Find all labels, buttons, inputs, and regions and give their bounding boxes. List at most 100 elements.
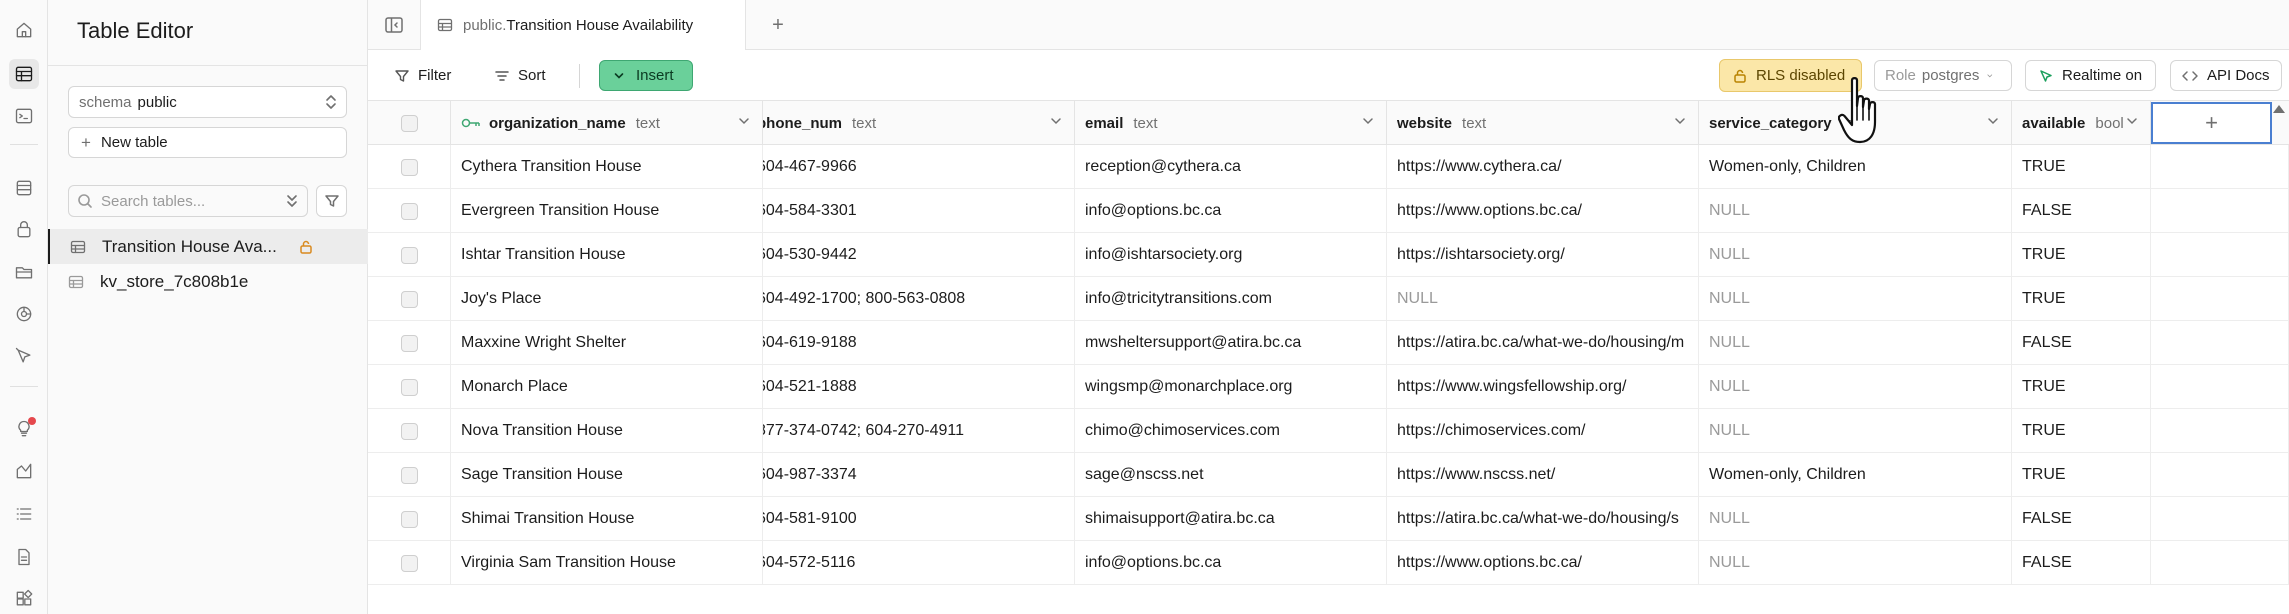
storage-icon[interactable] — [9, 257, 39, 287]
cell-available[interactable]: FALSE — [2012, 541, 2151, 585]
cell-organization-name[interactable]: Joy's Place — [451, 277, 763, 321]
toggle-sidebar-button[interactable] — [383, 14, 405, 36]
cell-service-category[interactable]: NULL — [1699, 365, 2012, 409]
row-checkbox[interactable] — [400, 290, 418, 308]
table-row[interactable]: Evergreen Transition House 604-584-3301 in… — [368, 189, 2289, 233]
chevron-down-icon[interactable] — [1674, 116, 1686, 126]
cell-email[interactable]: chimo@chimoservices.com — [1075, 409, 1387, 453]
reports-icon[interactable] — [9, 456, 39, 486]
sql-editor-icon[interactable] — [9, 101, 39, 131]
search-tables-input[interactable] — [101, 192, 261, 210]
column-header-website[interactable]: website text — [1387, 101, 1699, 145]
cell-email[interactable]: reception@cythera.ca — [1075, 145, 1387, 189]
cell-organization-name[interactable]: Maxxine Wright Shelter — [451, 321, 763, 365]
cell-phone-num[interactable]: 604-521-1888 — [763, 365, 1075, 409]
edge-functions-icon[interactable] — [9, 299, 39, 329]
filter-button[interactable]: Filter — [388, 60, 457, 91]
cell-service-category[interactable]: NULL — [1699, 409, 2012, 453]
home-icon[interactable] — [9, 15, 39, 45]
cell-available[interactable]: TRUE — [2012, 409, 2151, 453]
row-checkbox[interactable] — [400, 202, 418, 220]
row-checkbox[interactable] — [400, 334, 418, 352]
cell-website[interactable]: https://www.cythera.ca/ — [1387, 145, 1699, 189]
row-checkbox[interactable] — [400, 554, 418, 572]
advisors-icon[interactable] — [9, 414, 39, 444]
cell-service-category[interactable]: NULL — [1699, 233, 2012, 277]
cell-phone-num[interactable]: 604-584-3301 — [763, 189, 1075, 233]
column-header-service-category[interactable]: service_category te — [1699, 101, 2012, 145]
realtime-button[interactable]: Realtime on — [2025, 60, 2156, 91]
cell-email[interactable]: wingsmp@monarchplace.org — [1075, 365, 1387, 409]
cell-available[interactable]: TRUE — [2012, 145, 2151, 189]
row-checkbox[interactable] — [400, 510, 418, 528]
cell-website[interactable]: https://www.wingsfellowship.org/ — [1387, 365, 1699, 409]
cell-service-category[interactable]: NULL — [1699, 277, 2012, 321]
schema-select[interactable]: schema public — [68, 86, 347, 118]
database-icon[interactable] — [9, 173, 39, 203]
cell-phone-num[interactable]: 877-374-0742; 604-270-4911 — [763, 409, 1075, 453]
cell-service-category[interactable]: Women-only, Children — [1699, 453, 2012, 497]
authentication-icon[interactable] — [9, 215, 39, 245]
sidebar-table-item-kv-store[interactable]: kv_store_7c808b1e — [48, 264, 368, 299]
cell-organization-name[interactable]: Sage Transition House — [451, 453, 763, 497]
sort-button[interactable]: Sort — [488, 60, 552, 91]
cell-service-category[interactable]: NULL — [1699, 189, 2012, 233]
row-checkbox[interactable] — [400, 378, 418, 396]
chevron-down-icon[interactable] — [1362, 116, 1374, 126]
select-all-checkbox[interactable] — [400, 114, 418, 132]
cell-email[interactable]: mwsheltersupport@atira.bc.ca — [1075, 321, 1387, 365]
cell-website[interactable]: https://www.nscss.net/ — [1387, 453, 1699, 497]
cell-organization-name[interactable]: Cythera Transition House — [451, 145, 763, 189]
logs-icon[interactable] — [9, 499, 39, 529]
cell-email[interactable]: info@tricitytransitions.com — [1075, 277, 1387, 321]
role-select-button[interactable]: Role postgres — [1874, 60, 2012, 91]
cell-organization-name[interactable]: Nova Transition House — [451, 409, 763, 453]
table-row[interactable]: Ishtar Transition House 604-530-9442 info@… — [368, 233, 2289, 277]
table-row[interactable]: Monarch Place 604-521-1888 wingsmp@monarch… — [368, 365, 2289, 409]
rls-disabled-button[interactable]: RLS disabled — [1719, 59, 1862, 92]
cell-website[interactable]: https://chimoservices.com/ — [1387, 409, 1699, 453]
cell-available[interactable]: TRUE — [2012, 453, 2151, 497]
cell-service-category[interactable]: NULL — [1699, 497, 2012, 541]
api-docs-icon[interactable] — [9, 542, 39, 572]
column-header-email[interactable]: email text — [1075, 101, 1387, 145]
row-checkbox[interactable] — [400, 466, 418, 484]
cell-available[interactable]: FALSE — [2012, 497, 2151, 541]
cell-email[interactable]: sage@nscss.net — [1075, 453, 1387, 497]
api-docs-button[interactable]: API Docs — [2170, 60, 2282, 91]
scroll-up-arrow-icon[interactable] — [2273, 105, 2285, 113]
cell-service-category[interactable]: NULL — [1699, 541, 2012, 585]
cell-website[interactable]: https://ishtarsociety.org/ — [1387, 233, 1699, 277]
column-header-phone-num[interactable]: phone_num text — [763, 101, 1075, 145]
cell-available[interactable]: TRUE — [2012, 277, 2151, 321]
row-checkbox[interactable] — [400, 422, 418, 440]
cell-phone-num[interactable]: 604-467-9966 — [763, 145, 1075, 189]
sidebar-table-item-transition-house-availability[interactable]: Transition House Ava... — [48, 229, 368, 264]
table-row[interactable]: Shimai Transition House 604-581-9100 shima… — [368, 497, 2289, 541]
cell-available[interactable]: TRUE — [2012, 233, 2151, 277]
cell-website[interactable]: NULL — [1387, 277, 1699, 321]
table-row[interactable]: Sage Transition House 604-987-3374 sage@ns… — [368, 453, 2289, 497]
cell-email[interactable]: shimaisupport@atira.bc.ca — [1075, 497, 1387, 541]
search-tables-box[interactable] — [68, 185, 308, 217]
add-tab-button[interactable]: + — [766, 13, 790, 37]
cell-website[interactable]: https://www.options.bc.ca/ — [1387, 189, 1699, 233]
table-row[interactable]: Maxxine Wright Shelter 604-619-9188 mwshel… — [368, 321, 2289, 365]
cell-organization-name[interactable]: Virginia Sam Transition House — [451, 541, 763, 585]
row-checkbox[interactable] — [400, 246, 418, 264]
realtime-icon[interactable] — [9, 341, 39, 371]
column-header-available[interactable]: available bool — [2012, 101, 2151, 145]
chevron-down-icon[interactable] — [1050, 116, 1062, 126]
cell-email[interactable]: info@ishtarsociety.org — [1075, 233, 1387, 277]
new-table-button[interactable]: + New table — [68, 127, 347, 158]
add-column-button[interactable]: + — [2151, 102, 2272, 144]
cell-email[interactable]: info@options.bc.ca — [1075, 541, 1387, 585]
cell-organization-name[interactable]: Monarch Place — [451, 365, 763, 409]
cell-available[interactable]: TRUE — [2012, 365, 2151, 409]
chevron-down-icon[interactable] — [738, 116, 750, 126]
cell-email[interactable]: info@options.bc.ca — [1075, 189, 1387, 233]
filter-tables-button[interactable] — [316, 185, 347, 217]
cell-service-category[interactable]: NULL — [1699, 321, 2012, 365]
cell-phone-num[interactable]: 604-530-9442 — [763, 233, 1075, 277]
cell-website[interactable]: https://atira.bc.ca/what-we-do/housing/m — [1387, 321, 1699, 365]
